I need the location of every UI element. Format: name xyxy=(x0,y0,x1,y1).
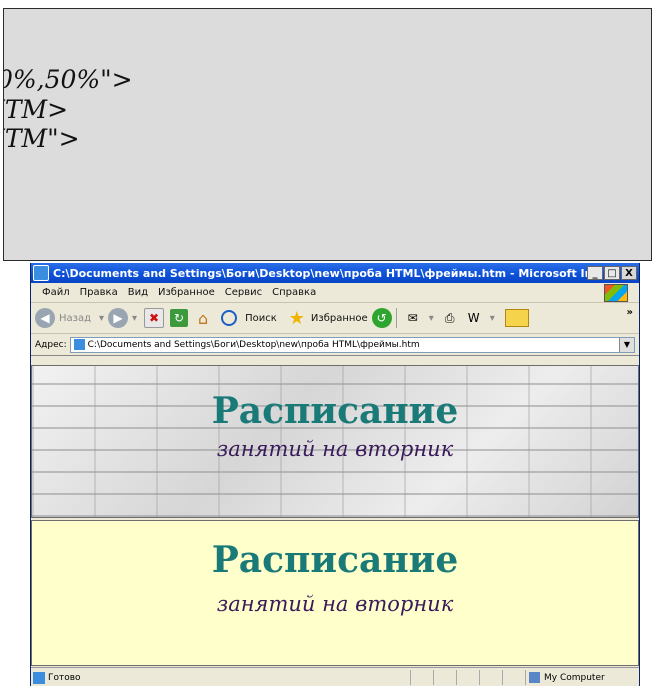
favorites-button[interactable]: Избранное xyxy=(311,313,368,324)
ie-page-icon xyxy=(33,265,49,281)
frame-heading: Расписание xyxy=(211,539,459,581)
back-arrow-icon[interactable]: ◀ xyxy=(35,308,55,328)
code-overlay-panel: 0%,50%"> ITM> ITM"> xyxy=(3,8,652,261)
menu-favorites[interactable]: Избранное xyxy=(158,287,215,298)
address-dropdown-icon[interactable]: ▼ xyxy=(619,337,634,352)
forward-dropdown-icon[interactable]: ▾ xyxy=(132,313,137,324)
status-panel xyxy=(410,670,433,685)
toolbar: ◀ Назад ▾ ▶ ▾ ✖ ↻ ⌂ Поиск ★ Избранное ↺ … xyxy=(31,303,639,334)
status-text: Готово xyxy=(48,672,81,683)
mail-dropdown-icon[interactable]: ▾ xyxy=(429,313,434,324)
forward-arrow-icon[interactable]: ▶ xyxy=(108,308,129,328)
title-bar[interactable]: C:\Documents and Settings\Боги\Desktop\n… xyxy=(31,263,639,283)
toolbar-more-chevron-icon[interactable]: » xyxy=(627,307,633,318)
home-icon[interactable]: ⌂ xyxy=(194,309,212,328)
maximize-button[interactable]: □ xyxy=(604,266,620,280)
folder-icon[interactable] xyxy=(504,309,529,327)
menu-edit[interactable]: Правка xyxy=(80,287,118,298)
address-value: C:\Documents and Settings\Боги\Desktop\n… xyxy=(87,339,420,350)
status-panels: My Computer xyxy=(410,670,639,685)
page-icon xyxy=(73,339,85,350)
stop-icon[interactable]: ✖ xyxy=(144,308,165,328)
minimize-button[interactable]: _ xyxy=(587,266,603,280)
address-input[interactable]: C:\Documents and Settings\Боги\Desktop\n… xyxy=(69,336,635,353)
menu-view[interactable]: Вид xyxy=(128,287,148,298)
search-button[interactable]: Поиск xyxy=(245,313,277,324)
refresh-icon[interactable]: ↻ xyxy=(170,309,189,327)
favorites-star-icon[interactable]: ★ xyxy=(289,308,305,329)
mail-icon[interactable]: ✉ xyxy=(404,309,422,327)
search-icon[interactable] xyxy=(221,310,238,326)
code-line: 0%,50%"> xyxy=(3,65,133,94)
zone-label: My Computer xyxy=(544,672,605,683)
close-button[interactable]: X xyxy=(621,266,637,280)
window-controls: _ □ X xyxy=(587,266,637,280)
windows-logo-icon xyxy=(604,284,628,302)
status-panel xyxy=(502,670,525,685)
code-line: ITM"> xyxy=(3,124,80,153)
edit-dropdown-icon[interactable]: ▾ xyxy=(490,313,495,324)
status-page-icon xyxy=(33,671,45,684)
print-icon[interactable]: ⎙ xyxy=(441,309,459,327)
back-dropdown-icon[interactable]: ▾ xyxy=(99,313,104,324)
ie-window: C:\Documents and Settings\Боги\Desktop\n… xyxy=(30,263,640,686)
toolbar-divider xyxy=(395,308,397,328)
address-label: Адрес: xyxy=(35,339,67,350)
status-panel xyxy=(479,670,502,685)
frame-heading: Расписание xyxy=(211,390,459,432)
security-zone: My Computer xyxy=(525,670,639,685)
edit-word-icon[interactable]: W xyxy=(465,309,483,327)
menu-file[interactable]: Файл xyxy=(42,287,70,298)
menu-help[interactable]: Справка xyxy=(272,287,316,298)
computer-icon xyxy=(529,672,540,683)
window-title: C:\Documents and Settings\Боги\Desktop\n… xyxy=(53,266,587,280)
bottom-frame: Расписание занятий на вторник xyxy=(31,520,639,666)
status-panel xyxy=(433,670,456,685)
status-bar: Готово My Computer xyxy=(31,667,639,686)
frame-subheading: занятий на вторник xyxy=(216,592,454,616)
menu-bar: Файл Правка Вид Избранное Сервис Справка xyxy=(31,283,639,303)
menu-tools[interactable]: Сервис xyxy=(225,287,262,298)
top-frame: Расписание занятий на вторник xyxy=(31,365,639,518)
status-panel xyxy=(456,670,479,685)
history-icon[interactable]: ↺ xyxy=(371,308,392,328)
address-bar: Адрес: C:\Documents and Settings\Боги\De… xyxy=(31,334,639,356)
frame-subheading: занятий на вторник xyxy=(216,437,454,461)
code-line: ITM> xyxy=(4,95,69,124)
back-button[interactable]: Назад xyxy=(59,313,91,324)
